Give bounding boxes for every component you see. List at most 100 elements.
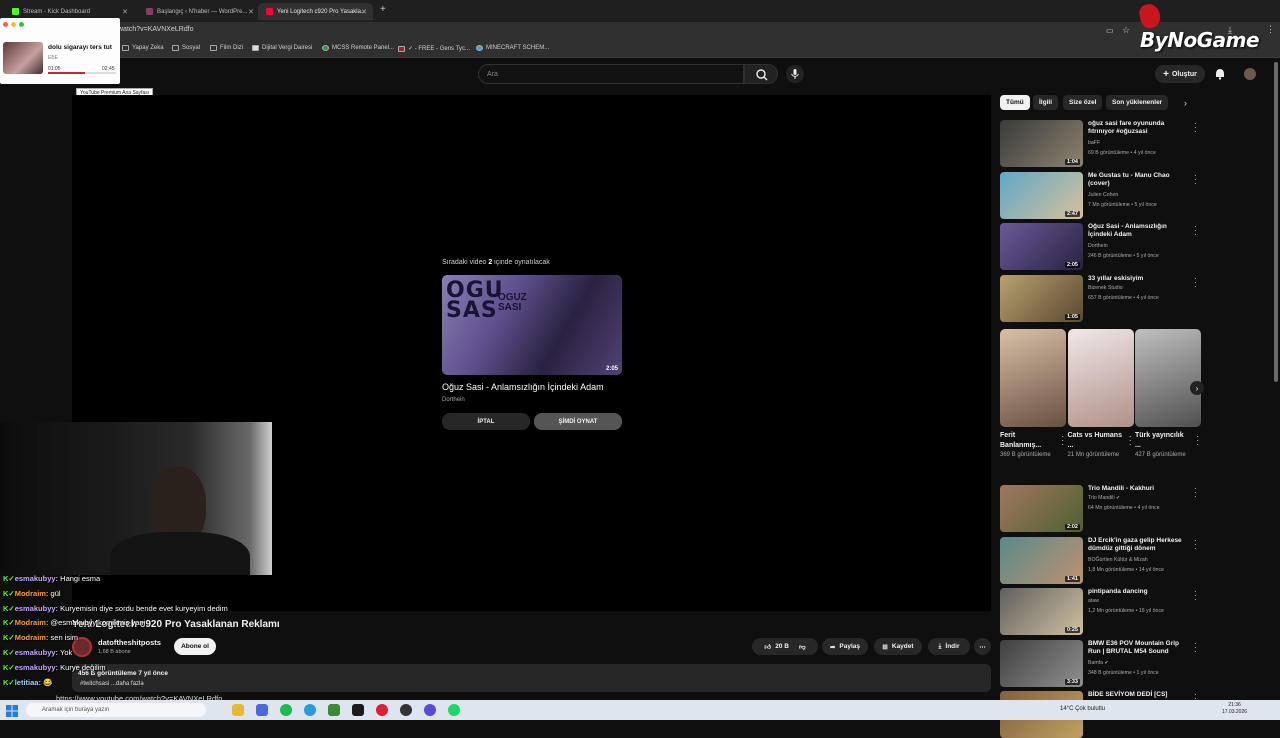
video-channel[interactable]: Bizenek Studio [1088,285,1123,291]
more-icon[interactable]: ··· [1194,171,1197,187]
video-title[interactable]: BMW E36 POV Mountain Grip Run | BRUTAL M… [1088,640,1188,656]
recommended-video[interactable]: 1:41 DJ Ercik'in gaza gelip Herkese dümdü… [1000,536,1200,584]
video-title[interactable]: Trio Mandili - Kakhuri [1088,485,1188,493]
short-item[interactable]: Türk yayıncılık ... 427 B görüntüleme · · · [1135,329,1201,460]
next-video-channel[interactable]: Dorthein [442,397,465,403]
video-title[interactable]: 33 yıllar eskisiyim [1088,275,1188,283]
app-icon[interactable] [352,704,364,716]
download-button[interactable]: ⤓ İndir [928,638,970,655]
video-title[interactable]: pintipanda dancing [1088,588,1188,596]
minimize-dot-icon[interactable] [11,22,16,27]
chip-all[interactable]: Tümü [1000,95,1030,110]
chevron-right-icon[interactable]: › [1190,381,1204,395]
more-icon[interactable]: ··· [1194,120,1197,136]
chip-recently-uploaded[interactable]: Son yüklenenler [1106,95,1169,110]
video-title[interactable]: DJ Ercik'in gaza gelip Herkese dümdüz gi… [1088,537,1188,553]
video-thumbnail[interactable]: 1:05 [1000,274,1083,322]
recommended-video[interactable]: 2:05 Oğuz Sasi - Anlamsızlığın İçindeki A… [1000,223,1200,270]
recommended-video[interactable]: 1:05 33 yıllar eskisiyim Bizenek Studio 657… [1000,274,1200,322]
weather-widget[interactable]: 14°C Çok bulutlu [1060,706,1105,712]
video-channel[interactable]: Julien Cohen [1088,192,1118,198]
close-icon[interactable]: ✕ [122,8,128,16]
short-title[interactable]: Ferit Banlanmış... [1000,431,1056,451]
search-button[interactable] [744,64,778,84]
more-icon[interactable]: ··· [1061,433,1064,449]
video-title[interactable]: Me Gustas tu - Manu Chao (cover) [1088,172,1188,188]
bookmark-item[interactable]: Yapay Zeka [122,45,164,51]
app-icon[interactable] [304,704,316,716]
obs-icon[interactable] [400,704,412,716]
media-mini-player[interactable]: dolu sigarayı ters tut ЕБЕ 01:05 02:45 [0,18,120,84]
like-count[interactable]: 20 B [775,643,789,650]
close-icon[interactable]: ✕ [248,8,254,16]
whatsapp-icon[interactable] [448,704,460,716]
bookmark-item[interactable]: MCSS Remote Panel... [322,45,394,51]
video-channel[interactable]: BOĞürtlen Kültür & Mizah [1088,557,1148,563]
voice-search-button[interactable] [786,65,804,83]
notifications-bell-icon[interactable] [1213,67,1227,81]
video-thumbnail[interactable]: 3:33 [1000,639,1083,687]
short-thumbnail[interactable] [1135,329,1201,427]
spotify-icon[interactable] [280,704,292,716]
new-tab-icon[interactable]: + [380,4,386,15]
video-thumbnail[interactable]: 1:41 [1000,536,1083,584]
star-icon[interactable]: ☆ [1122,25,1130,36]
bookmark-item[interactable]: Sosyal [172,45,200,51]
next-video-thumbnail[interactable]: OGU SAS OGUZ SASI 2:05 [442,275,622,375]
more-icon[interactable]: ··· [1129,433,1132,449]
short-item[interactable]: Ferit Banlanmış... 369 B görüntüleme · · · [1000,329,1066,460]
video-title[interactable]: Oğuz Sasi - Anlamsızlığın İçindeki Adam [1088,223,1188,239]
description-box[interactable] [72,664,991,692]
account-avatar[interactable] [1244,68,1256,80]
play-now-button[interactable]: ŞİMDİ OYNAT [534,413,622,430]
next-video-title[interactable]: Oğuz Sasi - Anlamsızlığın İçindeki Adam [442,382,604,392]
app-icon[interactable] [328,704,340,716]
cast-icon[interactable]: ▭ [1106,26,1114,35]
save-button[interactable]: ⊞ Kaydet [874,638,922,655]
more-actions-button[interactable]: ⋯ [974,638,991,655]
app-icon[interactable] [376,704,388,716]
more-icon[interactable]: ··· [1196,433,1199,449]
video-channel[interactable]: ataw [1088,598,1099,604]
scrollbar[interactable] [1274,62,1278,382]
search-input[interactable]: Ara [478,64,744,84]
windows-start-icon[interactable] [6,704,18,717]
app-icon[interactable] [424,704,436,716]
close-dot-icon[interactable] [3,22,8,27]
more-icon[interactable]: ··· [1194,485,1197,501]
recommended-video[interactable]: 2:02 Trio Mandili - Kakhuri Trio Mandili ✔… [1000,485,1200,532]
channel-name[interactable]: datoftheshitposts [98,638,161,647]
video-title[interactable]: BİDE SEVİYOM DEDİ [CS] [1088,691,1188,699]
more-icon[interactable]: ··· [1194,639,1197,655]
more-icon[interactable]: ··· [1194,536,1197,552]
video-thumbnail[interactable]: 2:05 [1000,223,1083,270]
video-thumbnail[interactable]: 1:04 [1000,120,1083,167]
video-title[interactable]: oğuz sasi fare oyununda fıtrınıyor #oğuz… [1088,120,1188,136]
file-explorer-icon[interactable] [232,704,244,716]
video-channel[interactable]: Dorthein [1088,243,1108,249]
video-channel[interactable]: Bamfa ✔ [1088,660,1109,666]
taskbar-clock[interactable]: 21:36 17.03.2026 [1222,702,1247,716]
short-thumbnail[interactable] [1000,329,1066,427]
short-title[interactable]: Cats vs Humans ... [1068,431,1124,451]
url-field[interactable]: watch?v=KAVNXeLRdfo [118,26,194,33]
cancel-autoplay-button[interactable]: İPTAL [442,413,530,430]
app-icon[interactable] [256,704,268,716]
more-icon[interactable]: ··· [1194,274,1197,290]
close-icon[interactable]: ✕ [361,8,367,16]
subscribe-button[interactable]: Abone ol [174,638,216,655]
chip-related[interactable]: İlgili [1033,95,1058,110]
bookmark-item[interactable]: ✓ - FREE - Gens Tyc... [398,45,470,52]
tab-youtube[interactable]: Yeni Logitech c920 Pro Yasakla... ✕ [258,3,373,20]
video-thumbnail[interactable]: 0:25 [1000,588,1083,635]
video-channel[interactable]: Trio Mandili ✔ [1088,495,1120,501]
recommended-video[interactable]: 2:47 Me Gustas tu - Manu Chao (cover) Juli… [1000,171,1200,219]
recommended-video[interactable]: 0:25 pintipanda dancing ataw 1,2 Mn görüntü… [1000,588,1200,635]
chevron-right-icon[interactable]: › [1184,98,1187,108]
bookmark-item[interactable]: Dijital Vergi Dairesi [252,45,312,51]
thumbs-up-icon[interactable]: 👍︎ [764,643,771,651]
taskbar-search-input[interactable]: Aramak için buraya yazın [26,703,206,717]
recommended-video[interactable]: 3:33 BMW E36 POV Mountain Grip Run | BRUT… [1000,639,1200,687]
short-item[interactable]: Cats vs Humans ... 21 Mn görüntüleme · · · [1067,329,1134,460]
mini-player-progress[interactable] [48,72,116,74]
